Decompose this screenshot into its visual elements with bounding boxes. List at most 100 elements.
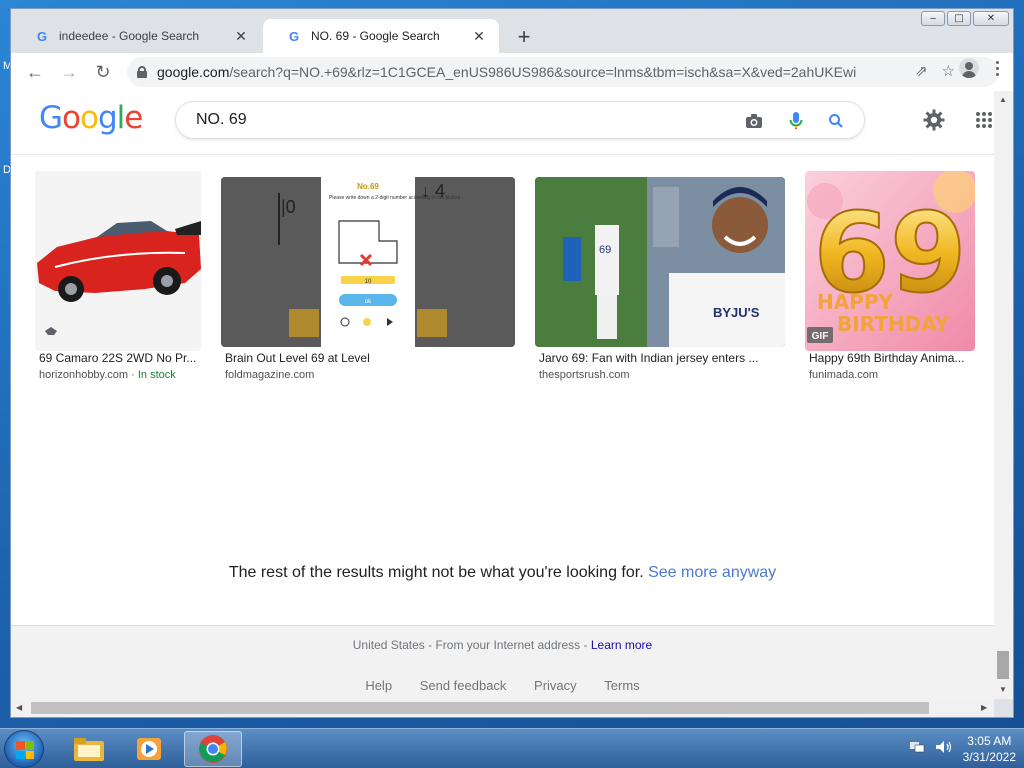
result-thumbnail[interactable]: 69 HAPPY BIRTHDAY GIF — [805, 171, 975, 351]
result-source: thesportsrush.com — [539, 369, 630, 381]
url-text[interactable]: google.com/search?q=NO.+69&rlz=1C1GCEA_e… — [157, 64, 857, 80]
thumb-text: ok — [365, 299, 372, 305]
thumb-text: Please write down a 2-digit number accor… — [329, 195, 461, 201]
tab-strip: G indeedee - Google Search ✕ G NO. 69 - … — [11, 19, 1013, 53]
taskbar-chrome[interactable] — [184, 731, 242, 767]
start-button[interactable] — [4, 730, 44, 768]
source-separator: · — [128, 369, 138, 381]
page-footer: United States - From your Internet addre… — [11, 625, 994, 699]
settings-gear-icon[interactable] — [921, 107, 947, 133]
search-input[interactable] — [196, 111, 716, 129]
microphone-icon[interactable] — [786, 111, 806, 131]
source-domain: horizonhobby.com — [39, 369, 129, 381]
system-clock[interactable]: 3:05 AM 3/31/2022 — [963, 733, 1016, 765]
google-favicon-icon: G — [288, 28, 300, 44]
network-icon[interactable] — [909, 740, 925, 759]
share-icon[interactable]: ⇗ — [915, 62, 928, 80]
browser-window: ‒ □ ✕ G indeedee - Google Search ✕ G NO.… — [10, 8, 1014, 718]
thumb-text: BIRTHDAY — [837, 312, 950, 336]
result-source: foldmagazine.com — [225, 369, 315, 381]
thumb-text: HAPPY — [817, 290, 894, 314]
rest-of-results-message: The rest of the results might not be wha… — [11, 564, 994, 582]
tab-title: indeedee - Google Search — [59, 29, 200, 43]
chrome-icon — [199, 735, 227, 763]
apps-grid-icon[interactable] — [971, 107, 994, 133]
result-thumbnail[interactable]: 69 BYJU'S — [535, 177, 785, 347]
scroll-up-arrow-icon[interactable]: ▲ — [999, 95, 1007, 104]
chrome-menu-icon[interactable] — [987, 57, 1007, 79]
google-header: Google — [11, 91, 994, 155]
search-box — [175, 101, 865, 139]
horizontal-scroll-thumb[interactable] — [31, 702, 929, 714]
search-icon[interactable] — [826, 111, 846, 131]
result-title[interactable]: Jarvo 69: Fan with Indian jersey enters … — [539, 351, 758, 365]
footer-link-send-feedback[interactable]: Send feedback — [420, 678, 507, 693]
back-button[interactable]: ← — [19, 56, 51, 88]
tab-close-icon[interactable]: ✕ — [233, 28, 249, 45]
result-source: funimada.com — [809, 369, 879, 381]
vertical-scroll-thumb[interactable] — [997, 651, 1009, 679]
folder-icon — [74, 738, 104, 761]
url-domain: google.com — [157, 64, 230, 80]
rest-message-text: The rest of the results might not be wha… — [228, 564, 649, 581]
page-viewport: Google NO. 69 69 Camaro 22S 2WD No Pr...… — [11, 91, 994, 699]
horizontal-scrollbar[interactable]: ◀ ▶ — [11, 699, 994, 717]
learn-more-link[interactable]: Learn more — [591, 638, 652, 652]
scroll-left-arrow-icon[interactable]: ◀ — [16, 703, 22, 712]
logo-letter: o — [62, 100, 81, 136]
windows-taskbar: 3:05 AM 3/31/2022 — [0, 728, 1024, 768]
result-source: horizonhobby.com · In stock — [39, 369, 176, 381]
result-thumbnail[interactable] — [35, 171, 201, 351]
tab-title: NO. 69 - Google Search — [311, 29, 440, 43]
google-favicon-icon: G — [36, 28, 48, 44]
result-title[interactable]: Happy 69th Birthday Anima... — [809, 351, 964, 365]
taskbar-media-player[interactable] — [120, 731, 178, 767]
stock-status: In stock — [137, 369, 176, 381]
media-player-icon — [137, 738, 161, 760]
svg-text:|0: |0 — [281, 197, 296, 217]
omnibox-actions: ⇗ ☆ — [915, 62, 955, 80]
gif-badge: GIF — [812, 331, 829, 342]
tab-no-69[interactable]: G NO. 69 - Google Search ✕ — [263, 19, 499, 53]
footer-link-help[interactable]: Help — [365, 678, 392, 693]
address-bar[interactable]: google.com/search?q=NO.+69&rlz=1C1GCEA_e… — [127, 57, 999, 87]
footer-link-terms[interactable]: Terms — [604, 678, 639, 693]
forward-button[interactable]: → — [53, 56, 85, 88]
reload-button[interactable]: ↻ — [87, 56, 119, 88]
logo-letter: o — [80, 100, 99, 136]
logo-letter: e — [124, 100, 143, 136]
taskbar-explorer[interactable] — [60, 731, 118, 767]
camera-icon[interactable] — [744, 111, 764, 131]
volume-icon[interactable] — [935, 740, 953, 759]
thumb-text: 69 — [599, 244, 611, 256]
google-logo[interactable]: Google — [39, 100, 143, 136]
browser-toolbar: ← → ↻ google.com/search?q=NO.+69&rlz=1C1… — [11, 53, 1013, 91]
tab-indeedee[interactable]: G indeedee - Google Search ✕ — [11, 19, 261, 53]
system-tray: 3:05 AM 3/31/2022 — [909, 733, 1016, 765]
see-more-anyway-link[interactable]: See more anyway — [648, 564, 776, 581]
profile-avatar-icon[interactable] — [959, 58, 979, 78]
result-title[interactable]: Brain Out Level 69 at Level — [225, 351, 370, 365]
lock-icon — [137, 66, 147, 78]
scroll-right-arrow-icon[interactable]: ▶ — [981, 703, 987, 712]
windows-logo-icon — [16, 741, 34, 759]
thumb-text: 10 — [365, 279, 372, 285]
scroll-down-arrow-icon[interactable]: ▼ — [999, 685, 1007, 694]
bookmark-star-icon[interactable]: ☆ — [942, 62, 955, 80]
footer-links: Help Send feedback Privacy Terms — [11, 678, 994, 693]
location-text: United States - From your Internet addre… — [352, 638, 591, 652]
tab-close-icon[interactable]: ✕ — [471, 28, 487, 45]
new-tab-button[interactable]: + — [511, 24, 537, 50]
footer-location: United States - From your Internet addre… — [11, 638, 994, 652]
url-path: /search?q=NO.+69&rlz=1C1GCEA_enUS986US98… — [229, 64, 857, 80]
vertical-scrollbar[interactable]: ▲ ▼ — [994, 91, 1013, 699]
thumb-text: BYJU'S — [713, 305, 760, 320]
logo-letter: g — [97, 100, 118, 136]
thumb-text: No.69 — [357, 182, 379, 191]
logo-letter: G — [39, 100, 63, 136]
result-thumbnail[interactable]: |0 ↓ 4 No.69 Please write down a 2-digit… — [221, 177, 515, 347]
footer-link-privacy[interactable]: Privacy — [534, 678, 577, 693]
result-title[interactable]: 69 Camaro 22S 2WD No Pr... — [39, 351, 196, 365]
clock-date: 3/31/2022 — [962, 750, 1016, 764]
clock-time: 3:05 AM — [967, 734, 1012, 748]
